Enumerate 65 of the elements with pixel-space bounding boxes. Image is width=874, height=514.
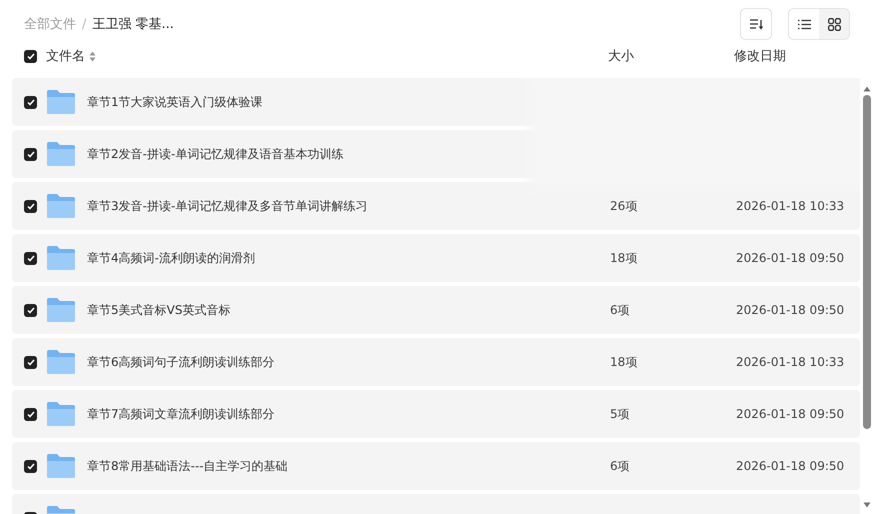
sort-icon: [749, 18, 763, 30]
folder-name: 章节7高频词文章流利朗读训练部分: [87, 406, 276, 422]
folder-icon: [46, 453, 76, 479]
folder-row[interactable]: 章节6高频词句子流利朗读训练部分 18项 2026-01-18 10:33: [12, 338, 860, 386]
item-count: 26项: [610, 198, 638, 214]
checkmark-icon: [26, 52, 34, 60]
column-header[interactable]: 文件名: [46, 47, 85, 65]
folder-icon: [46, 245, 76, 271]
folder-row[interactable]: 章节4高频词-流利朗读的润滑剂 18项 2026-01-18 09:50: [12, 234, 860, 282]
item-count: 18项: [610, 354, 638, 370]
folder-name: 章节6高频词句子流利朗读训练部分: [87, 354, 276, 370]
column-header[interactable]: 大小: [608, 47, 734, 65]
folder-name: 章节1节大家说英语入门级体验课: [87, 94, 264, 110]
row-checkbox[interactable]: [24, 148, 37, 160]
folder-icon: [46, 193, 76, 219]
checkmark-icon: [26, 410, 34, 418]
checkmark-icon: [26, 202, 34, 210]
folder-icon: [46, 297, 76, 323]
sort-arrows-icon[interactable]: [89, 50, 96, 62]
row-checkbox[interactable]: [24, 356, 37, 368]
folder-icon: [46, 89, 76, 115]
modified-date: 2026-01-18 09:50: [736, 459, 846, 473]
folder-name: 章节3发音-拼读-单词记忆规律及多音节单词讲解练习: [87, 198, 368, 214]
row-checkbox[interactable]: [24, 96, 37, 108]
row-checkbox[interactable]: [24, 304, 37, 316]
list-icon: [798, 18, 810, 30]
modified-date: 2026-01-18 09:50: [736, 303, 846, 317]
folder-icon: [46, 349, 76, 375]
item-count: 6项: [610, 302, 631, 318]
folder-name: 章节4高频词-流利朗读的润滑剂: [87, 250, 256, 266]
select-all-checkbox[interactable]: [24, 50, 37, 62]
breadcrumb-item: 王卫强 零基...: [92, 16, 174, 33]
folder-name: 章节5美式音标VS英式音标: [87, 302, 232, 318]
folder-icon: [46, 141, 76, 167]
grid-icon: [828, 18, 840, 30]
sort-button[interactable]: [740, 8, 772, 40]
modified-date: 2026-01-18 10:33: [736, 199, 846, 213]
folder-row[interactable]: 章节7高频词文章流利朗读训练部分 5项 2026-01-18 09:50: [12, 390, 860, 438]
folder-row[interactable]: 章节8常用基础语法---自主学习的基础 6项 2026-01-18 09:50: [12, 442, 860, 490]
checkmark-icon: [26, 462, 34, 470]
folder-name: 章节8常用基础语法---自主学习的基础: [87, 458, 289, 474]
scroll-down-icon[interactable]: [863, 502, 871, 508]
row-checkbox[interactable]: [24, 408, 37, 420]
row-checkbox[interactable]: [24, 200, 37, 212]
checkmark-icon: [26, 150, 34, 158]
folder-name: 章节2发音-拼读-单词记忆规律及语音基本功训练: [87, 146, 344, 162]
checkmark-icon: [26, 358, 34, 366]
modified-date: 2026-01-18 09:50: [736, 251, 846, 265]
item-count: 6项: [610, 458, 631, 474]
scroll-up-icon[interactable]: [863, 86, 871, 92]
folder-icon: [46, 401, 76, 427]
modified-date: 2026-01-18 10:33: [736, 355, 846, 369]
modified-date: 2026-01-18 09:50: [736, 407, 846, 421]
item-count: 18项: [610, 250, 638, 266]
item-count: 5项: [610, 406, 631, 422]
row-checkbox[interactable]: [24, 252, 37, 264]
folder-row[interactable]: 章节3发音-拼读-单词记忆规律及多音节单词讲解练习 26项 2026-01-18 10:33: [12, 182, 860, 230]
checkmark-icon: [26, 306, 34, 314]
row-checkbox[interactable]: [24, 460, 37, 472]
list-view-button[interactable]: [789, 9, 819, 39]
column-header[interactable]: 修改日期: [734, 47, 858, 65]
checkmark-icon: [26, 254, 34, 262]
checkmark-icon: [26, 98, 34, 106]
breadcrumb-separator: /: [82, 16, 86, 32]
folder-row[interactable]: 章节5美式音标VS英式音标 6项 2026-01-18 09:50: [12, 286, 860, 334]
